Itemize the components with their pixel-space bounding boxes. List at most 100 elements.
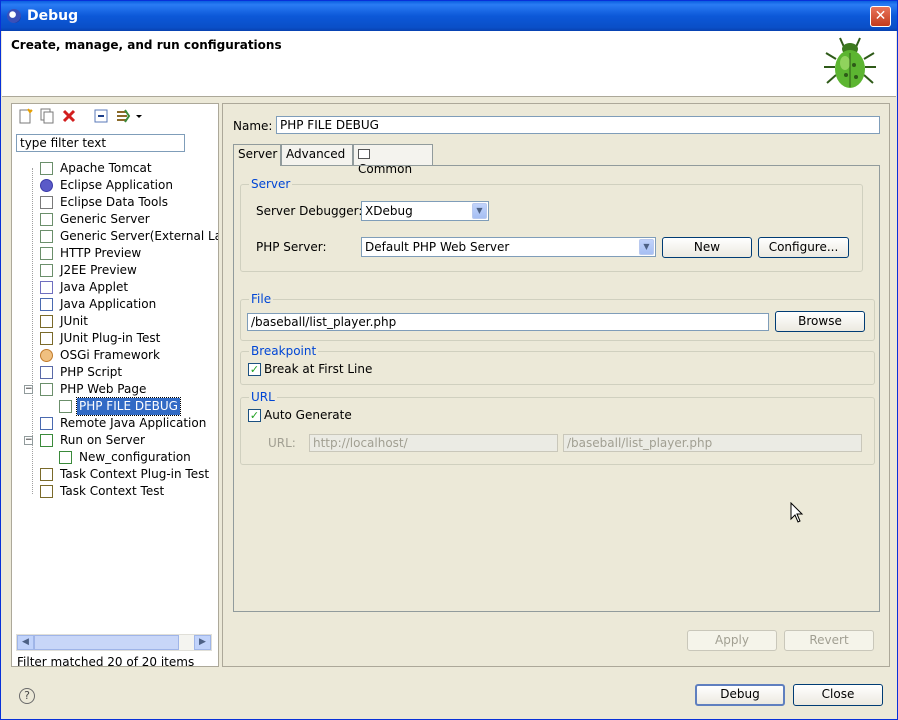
tab-common[interactable]: Common (353, 144, 433, 176)
chevron-down-icon[interactable]: ▼ (472, 203, 487, 219)
tree-horizontal-scrollbar[interactable]: ◀ ▶ (16, 634, 212, 651)
tree-item-label: JUnit Plug-in Test (60, 331, 161, 345)
browse-button[interactable]: Browse (775, 311, 865, 332)
apply-button[interactable]: Apply (687, 630, 777, 651)
server-debugger-select[interactable]: XDebug ▼ (361, 201, 489, 221)
tree-item-label: Generic Server (60, 212, 150, 226)
server-tab-body: Server Server Debugger: XDebug ▼ PHP Ser… (233, 165, 880, 612)
scroll-right-icon[interactable]: ▶ (194, 635, 211, 650)
tree-item-label: PHP FILE DEBUG (76, 397, 181, 416)
config-tree: Apache Tomcat Eclipse Application Eclipse … (12, 160, 218, 630)
server-group: Server Server Debugger: XDebug ▼ PHP Ser… (240, 177, 863, 272)
tab-server-label: Server (238, 147, 278, 161)
break-first-line-checkbox[interactable]: ✓ (248, 363, 261, 376)
delete-config-icon[interactable] (61, 108, 77, 124)
tree-item[interactable]: − PHP Web Page (12, 381, 218, 398)
server-debugger-label: Server Debugger: (256, 204, 363, 218)
php-server-select[interactable]: Default PHP Web Server ▼ (361, 237, 656, 257)
name-field[interactable]: PHP FILE DEBUG (276, 116, 880, 134)
url-group-title: URL (249, 390, 277, 404)
chevron-down-icon[interactable]: ▼ (639, 239, 654, 255)
collapse-all-icon[interactable] (93, 108, 109, 124)
tree-item[interactable]: OSGi Framework (12, 347, 218, 364)
new-server-button[interactable]: New (662, 237, 752, 258)
collapse-toggle-icon[interactable]: − (24, 385, 33, 394)
tree-item[interactable]: J2EE Preview (12, 262, 218, 279)
php-script-icon (40, 366, 53, 379)
file-group: File /baseball/list_player.php Browse (240, 292, 875, 341)
server-icon (40, 230, 53, 243)
file-group-title: File (249, 292, 274, 306)
task-junit-icon (40, 468, 53, 481)
file-path-field[interactable]: /baseball/list_player.php (247, 313, 769, 331)
run-server-icon (40, 434, 53, 447)
url-label: URL: (268, 436, 296, 450)
duplicate-config-icon[interactable] (39, 108, 55, 124)
run-server-icon (59, 451, 72, 464)
database-icon (40, 196, 53, 209)
tree-item-label: HTTP Preview (60, 246, 142, 260)
tab-advanced[interactable]: Advanced (281, 144, 353, 165)
config-editor-panel: Name: PHP FILE DEBUG Server Advanced Com… (222, 103, 890, 667)
junit-plugin-icon (40, 332, 53, 345)
title-bar[interactable]: Debug ✕ (1, 1, 897, 31)
php-server-label: PHP Server: (256, 240, 327, 254)
tree-item[interactable]: JUnit (12, 313, 218, 330)
scroll-left-icon[interactable]: ◀ (17, 635, 34, 650)
tree-item-label: Run on Server (60, 433, 145, 447)
server-group-title: Server (249, 177, 293, 191)
config-list-panel: type filter text Apache Tomcat Eclipse Ap… (11, 103, 219, 669)
filter-status: Filter matched 20 of 20 items (17, 655, 195, 669)
tree-item[interactable]: − Run on Server (12, 432, 218, 449)
auto-generate-label: Auto Generate (264, 408, 352, 422)
tree-item[interactable]: New_configuration (12, 449, 218, 466)
breakpoint-group: Breakpoint ✓ Break at First Line (240, 344, 875, 385)
tree-item[interactable]: PHP Script (12, 364, 218, 381)
new-config-icon[interactable] (17, 108, 33, 124)
url-base-field: http://localhost/ (309, 434, 558, 452)
name-label: Name: (233, 119, 273, 133)
task-junit-icon (40, 485, 53, 498)
config-toolbar (12, 104, 218, 128)
tree-item-label: Task Context Test (60, 484, 165, 498)
close-icon: ✕ (874, 8, 887, 24)
debug-button[interactable]: Debug (695, 684, 785, 706)
collapse-toggle-icon[interactable]: − (24, 436, 33, 445)
tree-item[interactable]: JUnit Plug-in Test (12, 330, 218, 347)
applet-icon (40, 281, 53, 294)
debug-dialog: Debug ✕ Create, manage, and run configur… (0, 0, 898, 720)
revert-button[interactable]: Revert (784, 630, 874, 651)
tree-item[interactable]: Java Applet (12, 279, 218, 296)
filter-menu-icon[interactable] (115, 108, 145, 124)
tree-item[interactable]: Generic Server(External La (12, 228, 218, 245)
tree-item-label: J2EE Preview (60, 263, 137, 277)
tree-item[interactable]: Eclipse Data Tools (12, 194, 218, 211)
tree-item[interactable]: PHP FILE DEBUG (12, 397, 218, 416)
server-icon (59, 400, 72, 413)
tree-item-label: PHP Web Page (60, 382, 147, 396)
auto-generate-checkbox[interactable]: ✓ (248, 409, 261, 422)
close-button[interactable]: Close (793, 684, 883, 706)
dialog-body: type filter text Apache Tomcat Eclipse Ap… (2, 98, 896, 720)
tree-item[interactable]: Eclipse Application (12, 177, 218, 194)
tree-item[interactable]: Task Context Test (12, 483, 218, 500)
server-icon (40, 247, 53, 260)
window-close-button[interactable]: ✕ (870, 6, 891, 27)
tree-item[interactable]: Java Application (12, 296, 218, 313)
tree-item-label: Java Applet (60, 280, 129, 294)
filter-input[interactable]: type filter text (16, 134, 185, 152)
scroll-thumb[interactable] (34, 635, 179, 650)
tree-item[interactable]: Task Context Plug-in Test (12, 466, 218, 483)
tree-item-label: Apache Tomcat (60, 161, 152, 175)
tree-item[interactable]: Apache Tomcat (12, 160, 218, 177)
help-icon[interactable]: ? (19, 688, 35, 704)
tree-item[interactable]: HTTP Preview (12, 245, 218, 262)
url-path-field: /baseball/list_player.php (563, 434, 862, 452)
common-tab-icon (358, 149, 370, 159)
configure-server-button[interactable]: Configure... (758, 237, 849, 258)
tree-item-label: Generic Server(External La (60, 229, 218, 243)
tree-item[interactable]: Generic Server (12, 211, 218, 228)
tree-item-label: New_configuration (79, 450, 191, 464)
tree-item[interactable]: Remote Java Application (12, 415, 218, 432)
tab-server[interactable]: Server (233, 144, 281, 166)
